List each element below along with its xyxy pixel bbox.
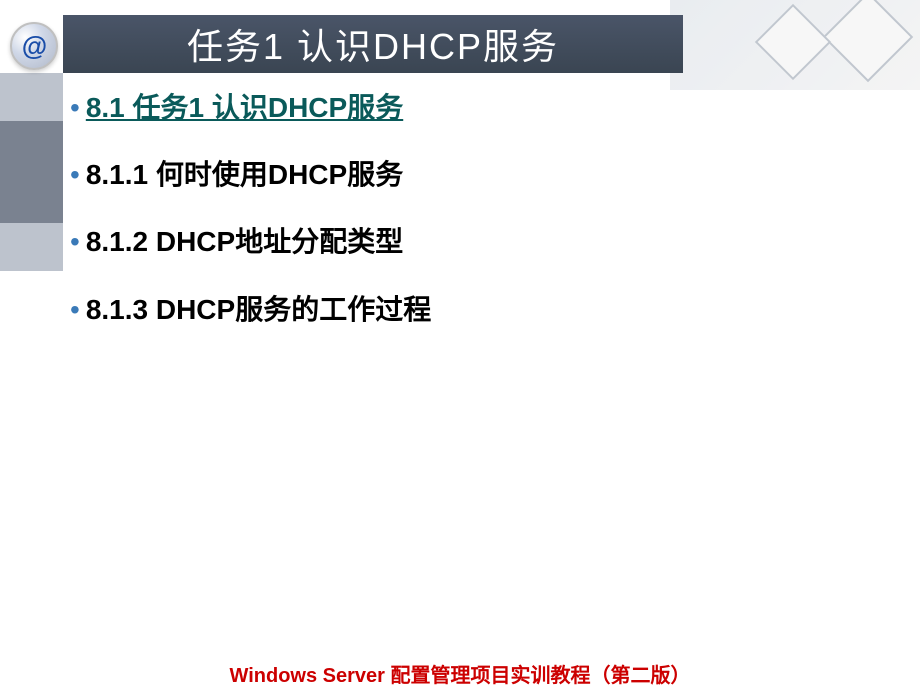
toc-text: 8.1.1 何时使用DHCP服务	[86, 155, 403, 194]
bullet-icon: •	[70, 88, 80, 127]
sidebar-block	[0, 121, 63, 223]
at-symbol: @	[21, 31, 46, 62]
header-decoration	[670, 0, 920, 90]
bullet-icon: •	[70, 290, 80, 329]
toc-text: 8.1.2 DHCP地址分配类型	[86, 222, 403, 261]
toc-text: 8.1.3 DHCP服务的工作过程	[86, 290, 431, 329]
list-item: • 8.1.3 DHCP服务的工作过程	[70, 290, 850, 329]
content-area: • 8.1 任务1 认识DHCP服务 • 8.1.1 何时使用DHCP服务 • …	[70, 88, 850, 357]
list-item: • 8.1.2 DHCP地址分配类型	[70, 222, 850, 261]
toc-link[interactable]: 8.1 任务1 认识DHCP服务	[86, 88, 403, 127]
title-bar: 任务1 认识DHCP服务	[63, 15, 683, 73]
sidebar-block	[0, 223, 63, 271]
list-item: • 8.1 任务1 认识DHCP服务	[70, 88, 850, 127]
bullet-icon: •	[70, 222, 80, 261]
list-item: • 8.1.1 何时使用DHCP服务	[70, 155, 850, 194]
bullet-icon: •	[70, 155, 80, 194]
at-icon: @	[10, 22, 58, 70]
slide-title: 任务1 认识DHCP服务	[187, 18, 559, 70]
left-sidebar	[0, 73, 63, 673]
sidebar-block	[0, 73, 63, 121]
footer-text: Windows Server 配置管理项目实训教程（第二版）	[230, 665, 691, 687]
footer: Windows Server 配置管理项目实训教程（第二版）	[0, 659, 920, 688]
